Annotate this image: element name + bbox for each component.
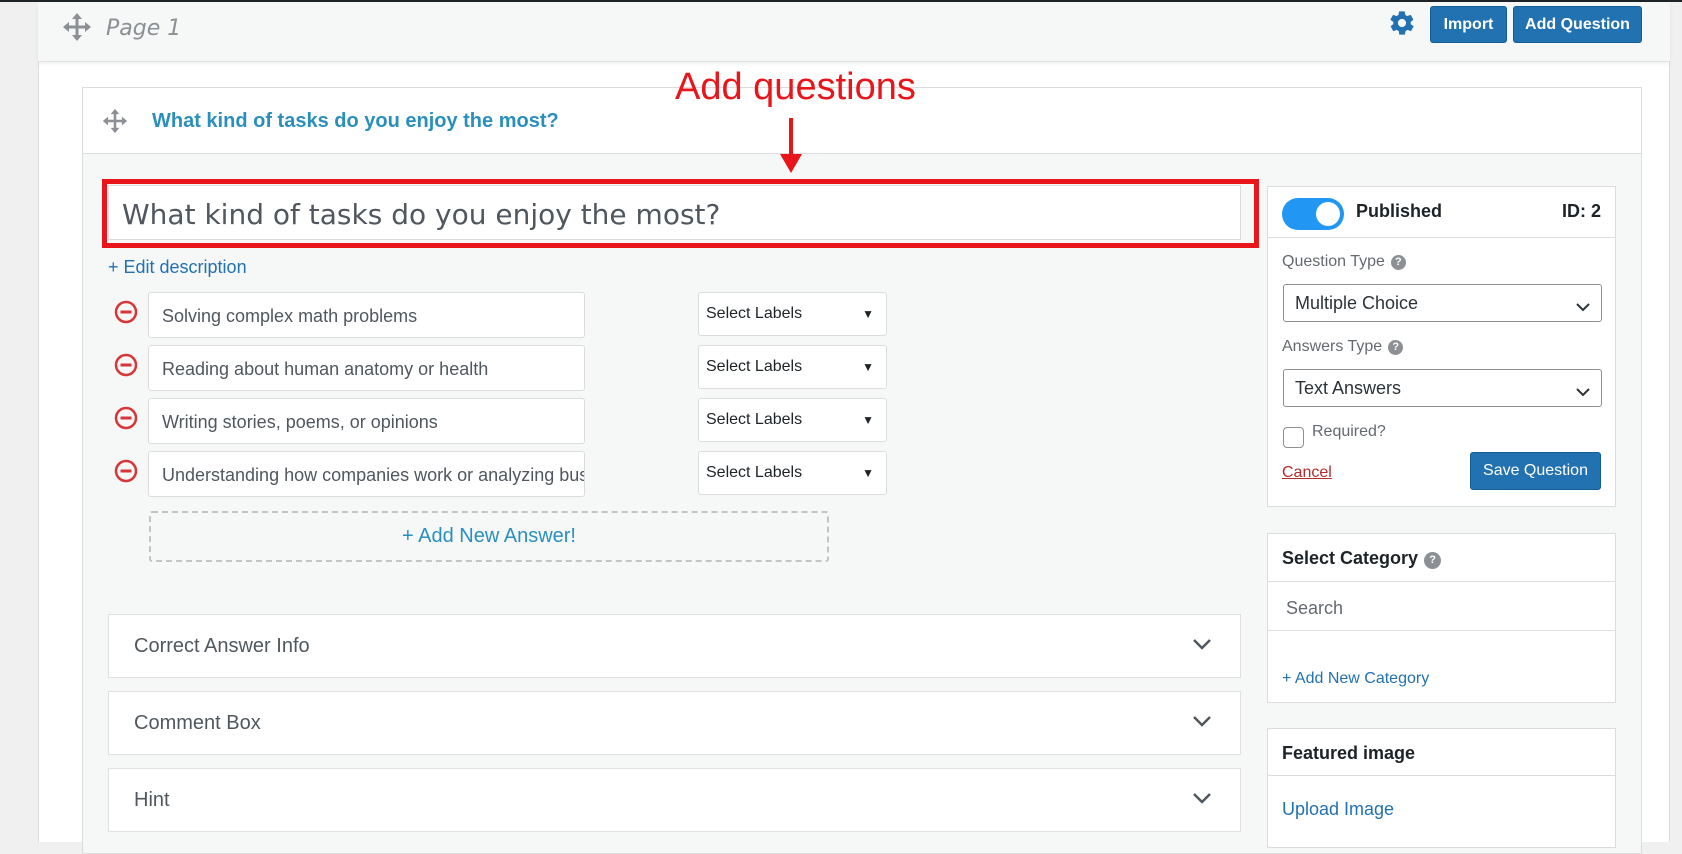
caret-down-icon: ▼ bbox=[862, 307, 874, 321]
minus-circle-icon[interactable] bbox=[114, 406, 138, 435]
category-box: Select Category? Search + Add New Catego… bbox=[1267, 533, 1616, 703]
add-question-button[interactable]: Add Question bbox=[1513, 6, 1642, 43]
select-labels-dropdown[interactable]: Select Labels ▼ bbox=[698, 398, 887, 442]
add-new-category-link[interactable]: + Add New Category bbox=[1282, 670, 1429, 688]
answers-type-select[interactable]: Text Answers bbox=[1283, 369, 1602, 407]
required-checkbox[interactable] bbox=[1283, 427, 1304, 448]
move-icon[interactable] bbox=[102, 108, 128, 134]
publish-box: Published ID: 2 Question Type? Multiple … bbox=[1267, 186, 1616, 507]
page-header: Page 1 bbox=[38, 2, 1670, 62]
required-label[interactable]: Required? bbox=[1312, 423, 1386, 441]
select-labels-dropdown[interactable]: Select Labels ▼ bbox=[698, 345, 887, 389]
caret-down-icon: ▼ bbox=[862, 360, 874, 374]
question-type-label: Question Type? bbox=[1282, 253, 1406, 271]
accordion-comment-box[interactable]: Comment Box bbox=[108, 691, 1241, 755]
answers-type-text: Answers Type bbox=[1282, 338, 1383, 355]
answer-input[interactable]: Reading about human anatomy or health bbox=[148, 345, 585, 391]
minus-circle-icon[interactable] bbox=[114, 300, 138, 329]
select-labels-dropdown[interactable]: Select Labels ▼ bbox=[698, 292, 887, 336]
select-labels-value: Select Labels bbox=[706, 464, 803, 481]
published-label: Published bbox=[1356, 201, 1443, 221]
select-labels-value: Select Labels bbox=[706, 358, 803, 375]
help-icon[interactable]: ? bbox=[1390, 255, 1406, 270]
answers-type-label: Answers Type? bbox=[1282, 338, 1404, 356]
answer-row: Solving complex math problems Select Lab… bbox=[110, 292, 890, 340]
page-title: Page 1 bbox=[106, 16, 182, 41]
chevron-down-icon bbox=[1575, 382, 1591, 403]
minus-circle-icon[interactable] bbox=[114, 459, 138, 488]
chevron-down-icon bbox=[1192, 714, 1212, 733]
save-question-button[interactable]: Save Question bbox=[1470, 452, 1601, 490]
question-type-select[interactable]: Multiple Choice bbox=[1283, 284, 1602, 322]
answer-row: Writing stories, poems, or opinions Sele… bbox=[110, 398, 890, 446]
answer-input[interactable]: Writing stories, poems, or opinions bbox=[148, 398, 585, 444]
answer-input[interactable]: Solving complex math problems bbox=[148, 292, 585, 338]
divider bbox=[1268, 237, 1615, 238]
toggle-knob bbox=[1316, 202, 1340, 226]
select-labels-dropdown[interactable]: Select Labels ▼ bbox=[698, 451, 887, 495]
answer-row: Understanding how companies work or anal… bbox=[110, 451, 890, 499]
annotation-arrow-icon bbox=[780, 118, 802, 173]
edit-description-link[interactable]: + Edit description bbox=[108, 257, 247, 278]
select-labels-value: Select Labels bbox=[706, 305, 803, 322]
chevron-down-icon bbox=[1192, 791, 1212, 810]
accordion-label: Comment Box bbox=[134, 712, 261, 734]
published-toggle[interactable] bbox=[1282, 198, 1344, 230]
question-type-value: Multiple Choice bbox=[1295, 293, 1419, 313]
minus-circle-icon[interactable] bbox=[114, 353, 138, 382]
caret-down-icon: ▼ bbox=[862, 413, 874, 427]
cancel-link[interactable]: Cancel bbox=[1282, 464, 1332, 482]
move-icon[interactable] bbox=[62, 12, 92, 42]
accordion-label: Correct Answer Info bbox=[134, 635, 310, 657]
answers-type-value: Text Answers bbox=[1295, 378, 1402, 398]
help-icon[interactable]: ? bbox=[1388, 340, 1404, 355]
question-header-title[interactable]: What kind of tasks do you enjoy the most… bbox=[152, 110, 559, 133]
featured-image-box: Featured image Upload Image bbox=[1267, 728, 1616, 848]
category-title-text: Select Category bbox=[1282, 548, 1419, 568]
category-title: Select Category? bbox=[1282, 548, 1442, 569]
chevron-down-icon bbox=[1192, 637, 1212, 656]
answer-input[interactable]: Understanding how companies work or anal… bbox=[148, 451, 585, 497]
accordion-hint[interactable]: Hint bbox=[108, 768, 1241, 832]
caret-down-icon: ▼ bbox=[862, 466, 874, 480]
question-type-text: Question Type bbox=[1282, 253, 1385, 270]
help-icon[interactable]: ? bbox=[1424, 552, 1442, 569]
gear-icon[interactable] bbox=[1388, 9, 1416, 42]
category-search-placeholder: Search bbox=[1286, 598, 1344, 618]
question-id: ID: 2 bbox=[1561, 201, 1601, 221]
chevron-down-icon bbox=[1575, 297, 1591, 318]
accordion-label: Hint bbox=[134, 789, 170, 811]
divider bbox=[1268, 775, 1615, 776]
answer-row: Reading about human anatomy or health Se… bbox=[110, 345, 890, 393]
select-labels-value: Select Labels bbox=[706, 411, 803, 428]
question-title-input[interactable]: What kind of tasks do you enjoy the most… bbox=[108, 185, 1241, 240]
upload-image-link[interactable]: Upload Image bbox=[1282, 799, 1394, 820]
annotation-label: Add questions bbox=[675, 66, 916, 108]
import-button[interactable]: Import bbox=[1430, 6, 1507, 43]
category-search-input[interactable]: Search bbox=[1268, 582, 1615, 631]
accordion-correct-answer-info[interactable]: Correct Answer Info bbox=[108, 614, 1241, 678]
featured-image-title: Featured image bbox=[1282, 743, 1416, 763]
add-new-answer-button[interactable]: + Add New Answer! bbox=[149, 511, 829, 562]
